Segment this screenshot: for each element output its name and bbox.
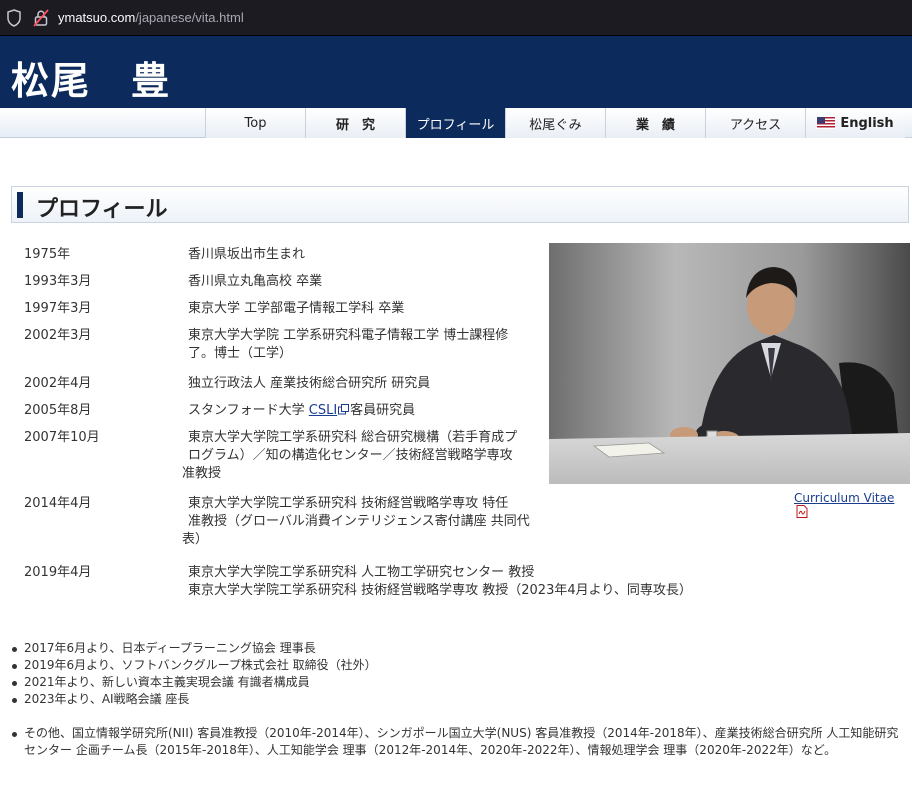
- bullet-icon: [12, 698, 17, 703]
- history-desc: 東京大学大学院工学系研究科 総合研究機構（若手育成プ ログラム）／知の構造化セン…: [182, 430, 518, 481]
- list-item: 2023年より、AI戦略会議 座長: [10, 691, 377, 708]
- url-field[interactable]: ymatsuo.com/japanese/vita.html: [58, 10, 244, 25]
- nav-item-label: 業 績: [635, 117, 675, 133]
- bullet-icon: [12, 647, 17, 652]
- others-list: その他、国立情報学研究所(NII) 客員准教授（2010年-2014年）、シンガ…: [10, 725, 910, 759]
- bullet-icon: [12, 681, 17, 686]
- nav-item-label: アクセス: [729, 117, 782, 133]
- profile-photo: [549, 243, 910, 484]
- curriculum-vitae-link[interactable]: Curriculum Vitae: [794, 491, 894, 505]
- url-host: ymatsuo.com: [58, 10, 136, 25]
- nav-item-label: Top: [244, 115, 267, 131]
- positions-list: 2017年6月より、日本ディープラーニング協会 理事長 2019年6月より、ソフ…: [10, 640, 377, 708]
- list-item: 2017年6月より、日本ディープラーニング協会 理事長: [10, 640, 377, 657]
- external-link-icon: [338, 404, 350, 415]
- nav-item-research[interactable]: 研 究: [305, 108, 405, 138]
- history-desc: 東京大学大学院工学系研究科 人工物工学研究センター 教授 東京大学大学院工学系研…: [188, 565, 692, 598]
- history-year: 2002年3月: [24, 328, 92, 343]
- shield-icon[interactable]: [6, 9, 22, 27]
- url-path: /japanese/vita.html: [135, 10, 244, 25]
- csli-link[interactable]: CSLI: [309, 403, 337, 418]
- heading-accent-bar: [17, 192, 23, 218]
- history-year: 2007年10月: [24, 430, 100, 445]
- pdf-icon: [796, 505, 808, 518]
- nav-item-label: プロフィール: [416, 117, 495, 133]
- browser-address-bar: ymatsuo.com/japanese/vita.html: [0, 0, 912, 36]
- history-desc: スタンフォード大学 CSLI 客員研究員: [188, 403, 416, 418]
- list-item: その他、国立情報学研究所(NII) 客員准教授（2010年-2014年）、シンガ…: [10, 725, 910, 759]
- history-desc: 東京大学 工学部電子情報工学科 卒業: [188, 301, 405, 316]
- site-header: 松尾 豊: [0, 36, 912, 108]
- nav-item-profile[interactable]: プロフィール: [405, 108, 505, 138]
- bullet-icon: [12, 664, 17, 669]
- bullet-icon: [12, 732, 17, 737]
- history-desc: 東京大学大学院工学系研究科 技術経営戦略学専攻 特任 准教授（グローバル消費イン…: [182, 496, 530, 547]
- list-item: 2021年より、新しい資本主義実現会議 有識者構成員: [10, 674, 377, 691]
- history-year: 2002年4月: [24, 376, 92, 391]
- cv-link-container: Curriculum Vitae: [794, 491, 912, 519]
- list-item: 2019年6月より、ソフトバンクグループ株式会社 取締役（社外）: [10, 657, 377, 674]
- history-desc: 香川県坂出市生まれ: [188, 247, 306, 262]
- history-year: 2014年4月: [24, 496, 92, 511]
- nav-item-label: English: [840, 115, 894, 131]
- nav-item-label: 研 究: [335, 117, 375, 133]
- history-year: 1993年3月: [24, 274, 92, 289]
- page-title: プロフィール: [36, 197, 168, 222]
- nav-item-access[interactable]: アクセス: [705, 108, 805, 138]
- lock-warning-icon[interactable]: [33, 9, 49, 27]
- nav-item-english[interactable]: English: [805, 108, 905, 138]
- nav-item-top[interactable]: Top: [205, 108, 305, 138]
- history-year: 2019年4月: [24, 565, 92, 580]
- history-desc: 香川県立丸亀高校 卒業: [188, 274, 323, 289]
- history-year: 2005年8月: [24, 403, 92, 418]
- history-desc: 独立行政法人 産業技術総合研究所 研究員: [188, 376, 431, 391]
- site-title: 松尾 豊: [11, 59, 172, 103]
- history-desc: 東京大学大学院 工学系研究科電子情報工学 博士課程修 了。博士（工学）: [188, 328, 509, 361]
- nav-item-matsuo-lab[interactable]: 松尾ぐみ: [505, 108, 605, 138]
- nav-item-label: 松尾ぐみ: [529, 117, 582, 133]
- history-year: 1997年3月: [24, 301, 92, 316]
- nav-item-publications[interactable]: 業 績: [605, 108, 705, 138]
- history-year: 1975年: [24, 247, 71, 262]
- main-nav: Top 研 究 プロフィール 松尾ぐみ 業 績 アクセス English: [205, 108, 905, 138]
- us-flag-icon: [817, 117, 836, 129]
- section-heading: プロフィール: [11, 186, 909, 223]
